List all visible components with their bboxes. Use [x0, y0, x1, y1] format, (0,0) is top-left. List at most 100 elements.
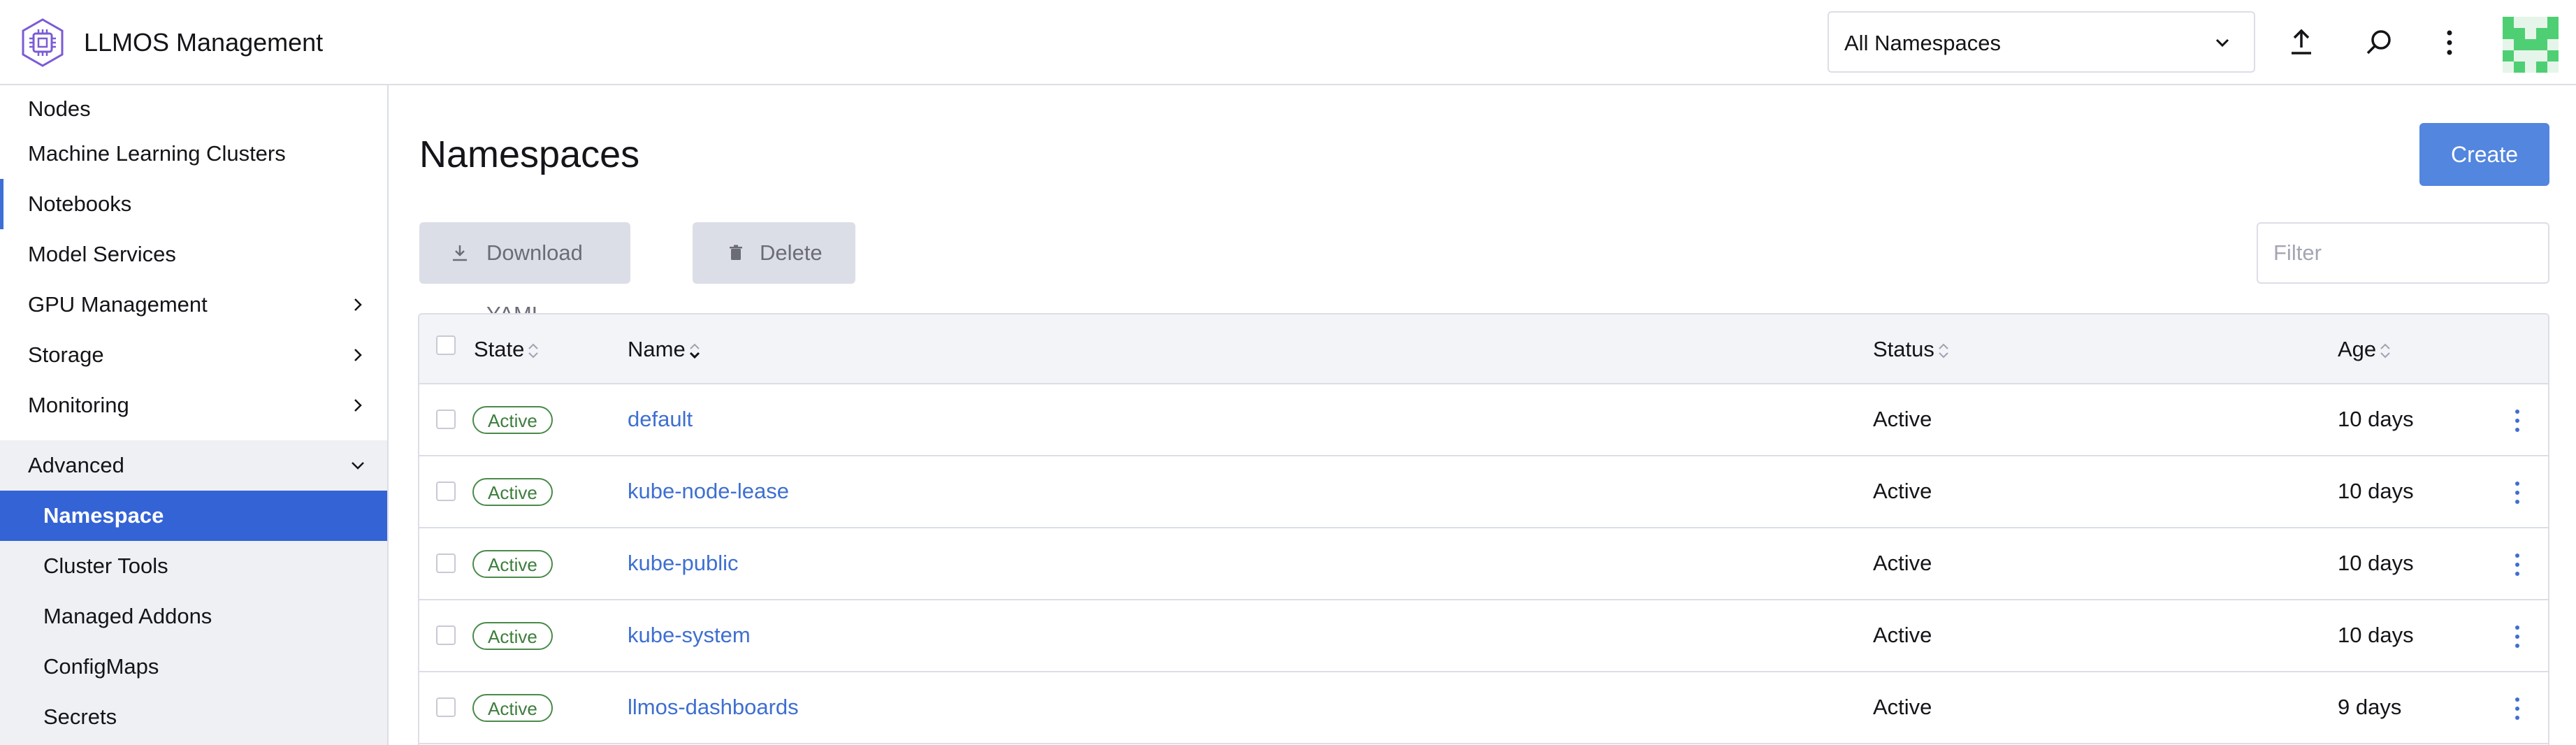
download-icon: [453, 245, 467, 261]
namespace-name-link[interactable]: kube-public: [628, 549, 739, 577]
column-state[interactable]: State: [474, 335, 540, 363]
sidebar-item-label: Cluster Tools: [43, 554, 168, 578]
row-checkbox[interactable]: [436, 482, 456, 501]
sidebar-item-label: Model Services: [28, 242, 176, 266]
row-checkbox[interactable]: [436, 625, 456, 645]
column-age-label: Age: [2338, 337, 2377, 361]
row-actions-icon[interactable]: [2512, 623, 2523, 651]
column-state-label: State: [474, 337, 525, 361]
sidebar-item-label: Advanced: [28, 453, 124, 477]
namespaces-table: State Name Status Age Active default Act…: [418, 313, 2549, 745]
select-all-checkbox[interactable]: [436, 335, 456, 355]
sidebar-item-label: Monitoring: [28, 393, 129, 417]
create-button[interactable]: Create: [2419, 123, 2549, 186]
sidebar-item-monitoring[interactable]: Monitoring: [0, 380, 387, 431]
sidebar-item-label: Managed Addons: [43, 604, 212, 628]
sidebar-item-label: Machine Learning Clusters: [28, 141, 286, 166]
sidebar-item-label: Secrets: [43, 704, 117, 729]
namespace-select-value: All Namespaces: [1844, 31, 2001, 55]
sort-desc-icon: [689, 343, 700, 359]
upload-icon[interactable]: [2284, 25, 2319, 60]
column-status[interactable]: Status: [1873, 335, 1950, 363]
sidebar-item-configmaps[interactable]: ConfigMaps: [0, 642, 387, 692]
row-actions-icon[interactable]: [2512, 695, 2523, 723]
chevron-down-icon: [352, 462, 364, 470]
sidebar-item-advanced[interactable]: Advanced: [0, 440, 387, 491]
top-header: LLMOS Management All Namespaces: [0, 0, 2576, 85]
sort-icon: [528, 343, 539, 359]
sidebar: Nodes Machine Learning Clusters Notebook…: [0, 85, 389, 745]
sidebar-item-machine-learning-clusters[interactable]: Machine Learning Clusters: [0, 129, 387, 179]
row-checkbox[interactable]: [436, 410, 456, 429]
state-badge: Active: [472, 694, 553, 722]
page-title: Namespaces: [419, 133, 640, 175]
chevron-down-icon: [2215, 38, 2229, 48]
sidebar-item-label: Storage: [28, 342, 104, 367]
status-cell: Active: [1873, 551, 1932, 575]
age-cell: 10 days: [2338, 623, 2414, 647]
sidebar-item-label: Notebooks: [28, 191, 132, 216]
row-actions-icon[interactable]: [2512, 407, 2523, 435]
chevron-right-icon: [354, 399, 362, 412]
state-badge: Active: [472, 550, 553, 578]
sidebar-item-namespace[interactable]: Namespace: [0, 491, 387, 541]
age-cell: 10 days: [2338, 479, 2414, 503]
sidebar-item-model-services[interactable]: Model Services: [0, 229, 387, 280]
sidebar-item-storage[interactable]: Storage: [0, 330, 387, 380]
namespace-name-link[interactable]: default: [628, 405, 693, 433]
namespace-name-link[interactable]: llmos-dashboards: [628, 693, 799, 721]
age-cell: 10 days: [2338, 407, 2414, 431]
sidebar-item-gpu-management[interactable]: GPU Management: [0, 280, 387, 330]
status-cell: Active: [1873, 623, 1932, 647]
table-row[interactable]: Active default Active 10 days: [419, 384, 2548, 456]
column-age[interactable]: Age: [2338, 335, 2392, 363]
table-header: State Name Status Age: [419, 314, 2548, 384]
column-name-label: Name: [628, 337, 686, 361]
sidebar-item-label: ConfigMaps: [43, 654, 159, 679]
row-checkbox[interactable]: [436, 697, 456, 717]
column-status-label: Status: [1873, 337, 1934, 361]
table-row[interactable]: Active kube-node-lease Active 10 days: [419, 456, 2548, 528]
chevron-right-icon: [354, 298, 362, 311]
download-yaml-button[interactable]: Download YAML: [419, 222, 630, 326]
age-cell: 9 days: [2338, 695, 2402, 719]
namespace-select[interactable]: All Namespaces: [1828, 11, 2255, 73]
sidebar-item-nodes[interactable]: Nodes: [0, 85, 387, 129]
sort-icon: [1939, 343, 1948, 359]
namespace-name-link[interactable]: kube-system: [628, 621, 751, 649]
delete-button[interactable]: Delete: [693, 222, 855, 284]
llmos-logo-icon[interactable]: [18, 18, 67, 67]
sidebar-item-notebooks[interactable]: Notebooks: [0, 179, 387, 229]
sidebar-item-managed-addons[interactable]: Managed Addons: [0, 591, 387, 642]
table-row[interactable]: Active kube-system Active 10 days: [419, 600, 2548, 672]
state-badge: Active: [472, 478, 553, 506]
sort-icon: [2380, 343, 2390, 359]
row-actions-icon[interactable]: [2512, 479, 2523, 507]
search-icon[interactable]: [2361, 25, 2396, 60]
sidebar-item-label: Nodes: [28, 96, 91, 121]
more-vertical-icon[interactable]: [2432, 25, 2467, 60]
status-cell: Active: [1873, 479, 1932, 503]
status-cell: Active: [1873, 407, 1932, 431]
user-avatar[interactable]: [2503, 17, 2559, 73]
status-cell: Active: [1873, 695, 1932, 719]
chevron-right-icon: [354, 349, 362, 361]
trash-icon: [730, 245, 742, 260]
row-actions-icon[interactable]: [2512, 551, 2523, 579]
active-indicator: [0, 179, 3, 229]
state-badge: Active: [472, 406, 553, 434]
row-checkbox[interactable]: [436, 554, 456, 573]
sidebar-item-cluster-tools[interactable]: Cluster Tools: [0, 541, 387, 591]
app-title: LLMOS Management: [84, 28, 324, 57]
sidebar-item-label: GPU Management: [28, 292, 208, 317]
namespace-name-link[interactable]: kube-node-lease: [628, 477, 789, 505]
filter-input[interactable]: [2257, 222, 2549, 284]
sidebar-item-secrets[interactable]: Secrets: [0, 692, 387, 745]
age-cell: 10 days: [2338, 551, 2414, 575]
sidebar-item-label: Namespace: [43, 503, 164, 528]
table-row[interactable]: Active kube-public Active 10 days: [419, 528, 2548, 600]
table-row[interactable]: Active llmos-dashboards Active 9 days: [419, 672, 2548, 744]
delete-label: Delete: [760, 240, 823, 265]
state-badge: Active: [472, 622, 553, 650]
column-name[interactable]: Name: [628, 335, 701, 363]
